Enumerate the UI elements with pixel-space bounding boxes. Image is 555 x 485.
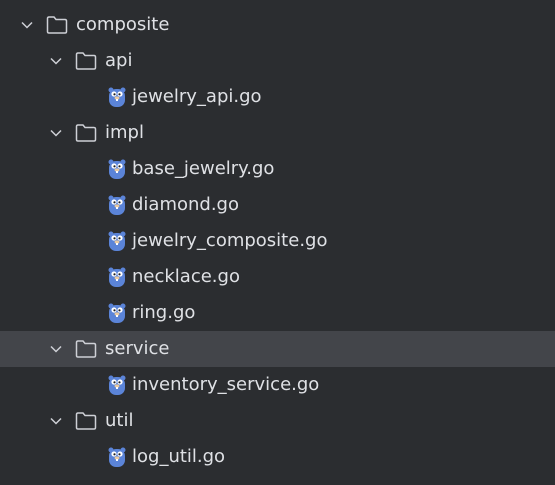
tree-folder-impl[interactable]: impl — [0, 115, 555, 151]
tree-label: necklace.go — [132, 266, 240, 287]
tree-label: util — [105, 410, 134, 431]
gopher-icon — [106, 158, 128, 180]
tree-file-log-util[interactable]: log_util.go — [0, 439, 555, 475]
gopher-icon — [106, 194, 128, 216]
folder-icon — [75, 122, 97, 144]
tree-label: jewelry_composite.go — [132, 230, 328, 251]
tree-label: impl — [105, 122, 144, 143]
tree-label: log_util.go — [132, 446, 226, 467]
folder-icon — [75, 410, 97, 432]
project-tree: composite api jewelry_api.go impl base_j… — [0, 0, 555, 485]
tree-file-inventory-service[interactable]: inventory_service.go — [0, 367, 555, 403]
tree-label: ring.go — [132, 302, 196, 323]
tree-file-necklace[interactable]: necklace.go — [0, 259, 555, 295]
gopher-icon — [106, 374, 128, 396]
gopher-icon — [106, 266, 128, 288]
tree-folder-service[interactable]: service — [0, 331, 555, 367]
folder-icon — [75, 338, 97, 360]
tree-file-jewelry-composite[interactable]: jewelry_composite.go — [0, 223, 555, 259]
tree-folder-util[interactable]: util — [0, 403, 555, 439]
tree-file-base-jewelry[interactable]: base_jewelry.go — [0, 151, 555, 187]
tree-label: api — [105, 50, 133, 71]
folder-icon — [46, 14, 68, 36]
tree-label: composite — [76, 14, 170, 35]
folder-icon — [46, 479, 66, 485]
chevron-down-icon[interactable] — [49, 342, 63, 356]
gopher-icon — [106, 446, 128, 468]
tree-label: jewelry_api.go — [132, 86, 262, 107]
tree-label: inventory_service.go — [132, 374, 320, 395]
gopher-icon — [106, 302, 128, 324]
tree-file-jewelry-api[interactable]: jewelry_api.go — [0, 79, 555, 115]
tree-label: diamond.go — [132, 194, 239, 215]
chevron-down-icon[interactable] — [20, 18, 34, 32]
folder-icon — [75, 50, 97, 72]
tree-label: service — [105, 338, 170, 359]
tree-folder-composite[interactable]: composite — [0, 7, 555, 43]
tree-folder-api[interactable]: api — [0, 43, 555, 79]
chevron-down-icon[interactable] — [49, 54, 63, 68]
tree-file-ring[interactable]: ring.go — [0, 295, 555, 331]
chevron-down-icon[interactable] — [49, 126, 63, 140]
chevron-down-icon[interactable] — [49, 414, 63, 428]
gopher-icon — [106, 230, 128, 252]
tree-label: base_jewelry.go — [132, 158, 275, 179]
gopher-icon — [106, 86, 128, 108]
tree-file-diamond[interactable]: diamond.go — [0, 187, 555, 223]
